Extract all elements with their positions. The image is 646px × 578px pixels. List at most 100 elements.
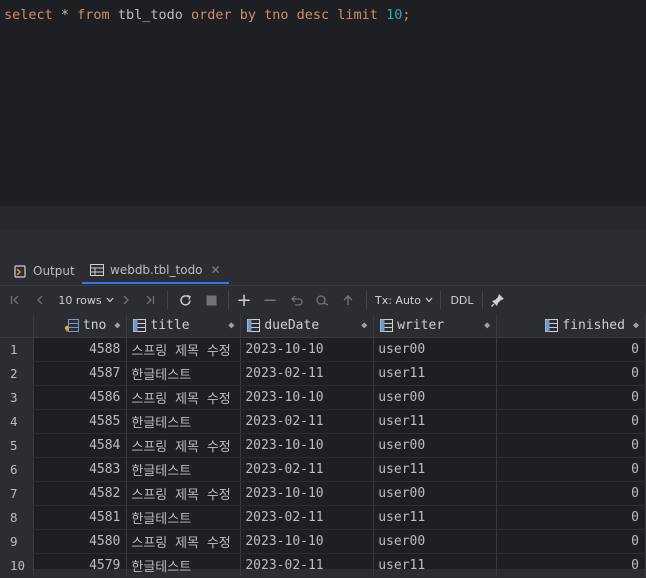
table-row[interactable]: 4 4585 한글테스트 2023-02-11 user11 0 [0,409,646,434]
cell-duedate[interactable]: 2023-02-11 [240,361,375,386]
submit-arrow-up-icon[interactable] [340,286,356,314]
cell-duedate[interactable]: 2023-10-10 [240,337,375,362]
table-row[interactable]: 5 4584 스프링 제목 수정 2023-10-10 user00 0 [0,433,646,458]
sort-icon[interactable]: ◆ [633,320,639,331]
cell-tno[interactable]: 4582 [33,481,128,506]
rows-count-dropdown[interactable]: 10 rows [58,286,114,314]
cell-tno[interactable]: 4583 [33,457,128,482]
cell-writer[interactable]: user00 [373,433,498,458]
cell-tno[interactable]: 4585 [33,409,128,434]
sql-query-line[interactable]: select * from tbl_todo order by tno desc… [4,5,410,25]
delete-row-icon[interactable]: − [262,286,278,314]
cell-writer[interactable]: user11 [373,409,498,434]
sort-icon[interactable]: ◆ [114,320,120,331]
cell-tno[interactable]: 4588 [33,337,128,362]
ddl-button[interactable]: DDL [448,286,476,314]
cell-writer[interactable]: user11 [373,361,498,386]
transaction-mode-label: Tx: Auto [375,293,421,307]
refresh-icon[interactable] [177,286,193,314]
first-page-icon[interactable] [8,286,22,314]
cell-finished[interactable]: 0 [496,529,646,554]
transaction-mode-dropdown[interactable]: Tx: Auto [375,286,433,314]
cell-duedate[interactable]: 2023-02-11 [240,457,375,482]
cell-title[interactable]: 스프링 제목 수정 [126,385,242,410]
table-row[interactable]: 8 4581 한글테스트 2023-02-11 user11 0 [0,505,646,530]
sort-icon[interactable]: ◆ [361,320,367,331]
revert-icon[interactable] [288,286,304,314]
cell-title[interactable]: 한글테스트 [126,505,242,530]
table-row[interactable]: 10 4579 한글테스트 2023-02-11 user11 0 [0,553,646,578]
cell-title[interactable]: 스프링 제목 수정 [126,433,242,458]
cell-title[interactable]: 스프링 제목 수정 [126,529,242,554]
sql-editor[interactable]: select * from tbl_todo order by tno desc… [0,0,646,206]
cell-finished[interactable]: 0 [496,481,646,506]
previous-page-icon[interactable] [33,286,47,314]
cell-writer[interactable]: user11 [373,457,498,482]
cell-duedate[interactable]: 2023-02-11 [240,553,375,578]
column-header-finished[interactable]: finished ◆ [496,314,646,338]
cell-duedate[interactable]: 2023-10-10 [240,385,375,410]
cell-writer[interactable]: user00 [373,385,498,410]
cell-tno[interactable]: 4580 [33,529,128,554]
table-icon [90,264,104,276]
cell-writer[interactable]: user00 [373,481,498,506]
cell-duedate[interactable]: 2023-10-10 [240,433,375,458]
cell-title[interactable]: 한글테스트 [126,553,242,578]
column-header-title-label: title [150,318,190,333]
last-page-icon[interactable] [143,286,157,314]
column-header-tno[interactable]: tno ◆ [33,314,128,338]
cell-title[interactable]: 한글테스트 [126,409,242,434]
cell-writer[interactable]: user11 [373,553,498,578]
table-row[interactable]: 7 4582 스프링 제목 수정 2023-10-10 user00 0 [0,481,646,506]
preview-changes-icon[interactable] [314,286,330,314]
row-number: 9 [0,529,35,554]
cell-finished[interactable]: 0 [496,361,646,386]
tab-output[interactable]: Output [14,258,75,284]
add-row-icon[interactable]: + [236,286,252,314]
cell-finished[interactable]: 0 [496,505,646,530]
cell-finished[interactable]: 0 [496,457,646,482]
cell-title[interactable]: 한글테스트 [126,457,242,482]
cell-tno[interactable]: 4581 [33,505,128,530]
stop-icon[interactable] [203,286,219,314]
table-row[interactable]: 1 4588 스프링 제목 수정 2023-10-10 user00 0 [0,337,646,362]
sort-icon[interactable]: ◆ [228,320,234,331]
cell-duedate[interactable]: 2023-02-11 [240,505,375,530]
rows-count-label: 10 rows [58,293,102,307]
close-icon[interactable]: ✕ [211,263,221,277]
cell-writer[interactable]: user00 [373,529,498,554]
table-row[interactable]: 2 4587 한글테스트 2023-02-11 user11 0 [0,361,646,386]
column-header-writer[interactable]: writer ◆ [373,314,498,338]
cell-duedate[interactable]: 2023-10-10 [240,529,375,554]
next-page-icon[interactable] [119,286,133,314]
table-row[interactable]: 3 4586 스프링 제목 수정 2023-10-10 user00 0 [0,385,646,410]
cell-finished[interactable]: 0 [496,553,646,578]
cell-duedate[interactable]: 2023-02-11 [240,409,375,434]
cell-tno[interactable]: 4586 [33,385,128,410]
column-header-duedate[interactable]: dueDate ◆ [240,314,375,338]
cell-title[interactable]: 한글테스트 [126,361,242,386]
row-number: 10 [0,553,35,578]
row-number: 3 [0,385,35,410]
table-row[interactable]: 6 4583 한글테스트 2023-02-11 user11 0 [0,457,646,482]
cell-finished[interactable]: 0 [496,433,646,458]
sort-icon[interactable]: ◆ [484,320,490,331]
primary-key-column-icon [64,319,79,332]
cell-finished[interactable]: 0 [496,385,646,410]
cell-tno[interactable]: 4584 [33,433,128,458]
table-row[interactable]: 9 4580 스프링 제목 수정 2023-10-10 user00 0 [0,529,646,554]
column-header-title[interactable]: title ◆ [126,314,242,338]
cell-title[interactable]: 스프링 제목 수정 [126,337,242,362]
cell-finished[interactable]: 0 [496,337,646,362]
pin-icon[interactable] [489,286,507,314]
cell-title[interactable]: 스프링 제목 수정 [126,481,242,506]
cell-writer[interactable]: user00 [373,337,498,362]
cell-tno[interactable]: 4579 [33,553,128,578]
cell-tno[interactable]: 4587 [33,361,128,386]
horizontal-scrollbar-area[interactable] [0,206,646,231]
tab-webdb-tbl-todo[interactable]: webdb.tbl_todo ✕ [82,258,229,284]
cell-duedate[interactable]: 2023-10-10 [240,481,375,506]
cell-writer[interactable]: user11 [373,505,498,530]
cell-finished[interactable]: 0 [496,409,646,434]
column-header-duedate-label: dueDate [264,318,320,333]
